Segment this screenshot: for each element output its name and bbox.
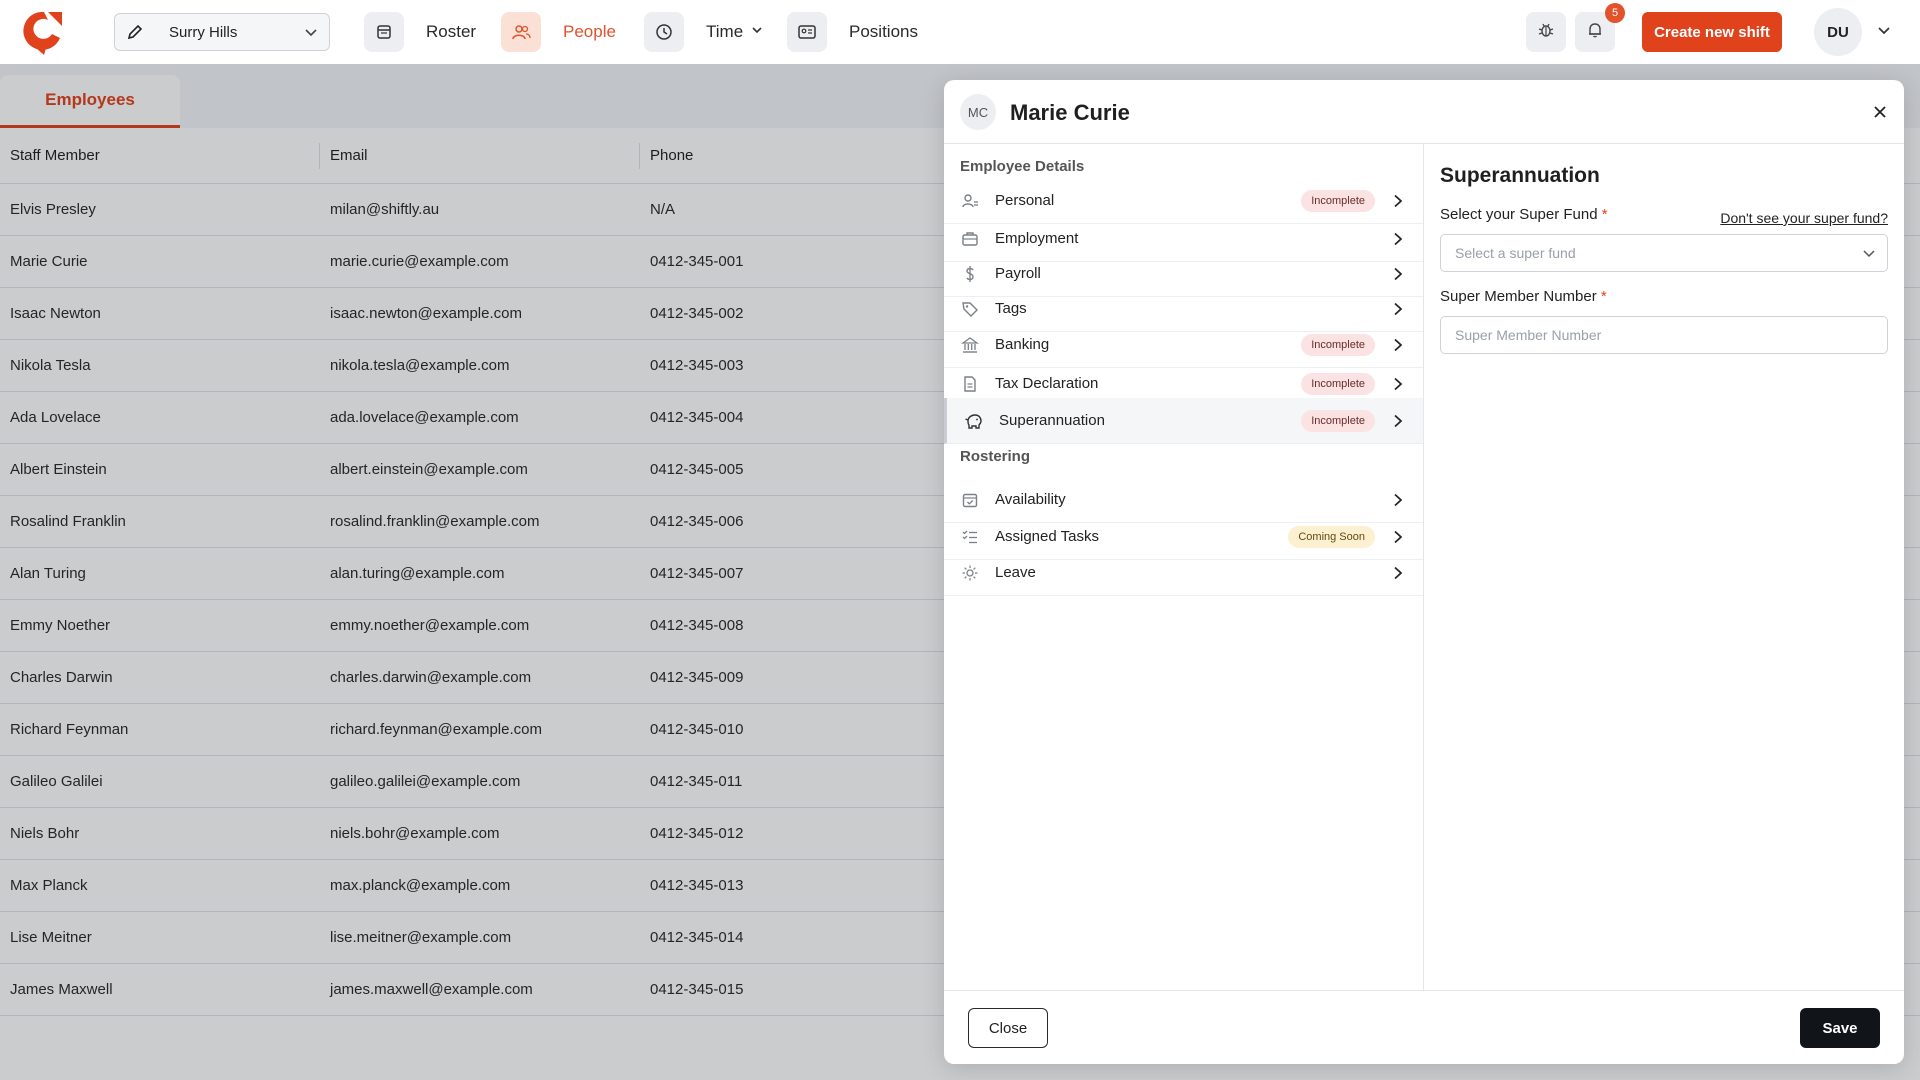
- top-bar: Surry Hills Roster People Time Positions: [0, 0, 1920, 64]
- chevron-down-icon: [751, 23, 763, 41]
- menu-item-label: Employment: [995, 230, 1079, 247]
- employee-panel: MC Marie Curie Employee Details Personal I…: [944, 80, 1904, 1064]
- chevron-down-icon: [1851, 246, 1887, 260]
- chevron-right-icon: [1391, 232, 1405, 246]
- chevron-right-icon: [1391, 530, 1405, 544]
- status-badge: Incomplete: [1301, 333, 1375, 356]
- employee-menu: Employee Details Personal Incomplete Employ…: [944, 144, 1424, 990]
- nav-people[interactable]: People: [501, 12, 616, 52]
- nav-positions-label: Positions: [849, 22, 918, 41]
- super-fund-placeholder: Select a super fund: [1455, 245, 1576, 261]
- status-badge: Incomplete: [1301, 189, 1375, 212]
- bug-icon: [1537, 21, 1555, 44]
- super-member-label-text: Super Member Number: [1440, 288, 1597, 305]
- panel-header: MC Marie Curie: [944, 80, 1904, 144]
- required-mark: *: [1601, 206, 1608, 223]
- nav-roster-label: Roster: [426, 22, 477, 41]
- chevron-right-icon: [1391, 267, 1405, 281]
- location-select[interactable]: Surry Hills: [114, 13, 330, 51]
- user-avatar[interactable]: DU: [1814, 8, 1862, 56]
- menu-item-label: Payroll: [995, 265, 1041, 282]
- chevron-right-icon: [1391, 414, 1405, 428]
- status-badge: Incomplete: [1301, 409, 1375, 432]
- menu-item-leave[interactable]: Leave: [944, 550, 1423, 596]
- menu-item-label: Banking: [995, 336, 1050, 353]
- nav-time[interactable]: Time: [644, 12, 763, 52]
- section-title: Rostering: [960, 448, 1031, 465]
- status-badge: Coming Soon: [1288, 525, 1375, 548]
- tag-icon: [960, 299, 980, 319]
- checklist-icon: [960, 527, 980, 547]
- super-fund-select[interactable]: Select a super fund: [1440, 234, 1888, 272]
- people-icon: [501, 12, 541, 52]
- chevron-right-icon: [1391, 377, 1405, 391]
- report-bug-button[interactable]: [1526, 12, 1566, 52]
- menu-item-superannuation[interactable]: Superannuation Incomplete: [944, 398, 1423, 444]
- menu-item-label: Superannuation: [999, 412, 1105, 429]
- super-member-number-input[interactable]: [1440, 316, 1888, 354]
- clock-icon: [644, 12, 684, 52]
- chevron-right-icon: [1391, 493, 1405, 507]
- chevron-right-icon: [1391, 194, 1405, 208]
- menu-item-label: Tags: [995, 300, 1027, 317]
- required-mark: *: [1600, 288, 1607, 305]
- section-title: Employee Details: [960, 158, 1085, 175]
- chevron-right-icon: [1391, 566, 1405, 580]
- save-button[interactable]: Save: [1800, 1008, 1880, 1048]
- calendar-check-icon: [960, 490, 980, 510]
- piggy-bank-icon: [964, 411, 984, 431]
- create-new-shift-button[interactable]: Create new shift: [1642, 12, 1782, 52]
- chevron-down-icon[interactable]: [1876, 22, 1892, 43]
- chevron-right-icon: [1391, 338, 1405, 352]
- sun-icon: [960, 563, 980, 583]
- app-logo[interactable]: [22, 8, 66, 56]
- id-card-icon: [787, 12, 827, 52]
- notification-count-badge: 5: [1605, 3, 1625, 23]
- menu-item-label: Assigned Tasks: [995, 528, 1099, 545]
- nav-people-label: People: [563, 22, 616, 41]
- employee-name: Marie Curie: [1010, 100, 1130, 125]
- menu-item-label: Tax Declaration: [995, 375, 1099, 392]
- super-fund-label-text: Select your Super Fund: [1440, 206, 1598, 223]
- nav-positions[interactable]: Positions: [787, 12, 918, 52]
- super-member-label: Super Member Number *: [1440, 288, 1607, 305]
- calendar-icon: [364, 12, 404, 52]
- status-badge: Incomplete: [1301, 372, 1375, 395]
- close-icon[interactable]: [1868, 100, 1892, 124]
- form-title: Superannuation: [1440, 164, 1600, 187]
- document-icon: [960, 374, 980, 394]
- menu-item-label: Availability: [995, 491, 1066, 508]
- bell-icon: [1586, 21, 1604, 44]
- briefcase-icon: [960, 229, 980, 249]
- bank-icon: [960, 335, 980, 355]
- location-label: Surry Hills: [169, 23, 238, 41]
- nav-roster[interactable]: Roster: [364, 12, 476, 52]
- dollar-icon: [960, 264, 980, 284]
- close-button[interactable]: Close: [968, 1008, 1048, 1048]
- employee-avatar: MC: [960, 94, 996, 130]
- nav-time-label: Time: [706, 22, 744, 41]
- chevron-right-icon: [1391, 302, 1405, 316]
- menu-item-label: Leave: [995, 564, 1036, 581]
- menu-item-label: Personal: [995, 192, 1055, 209]
- pencil-icon: [115, 14, 155, 50]
- super-fund-label: Select your Super Fund *: [1440, 206, 1608, 223]
- chevron-down-icon: [293, 25, 329, 39]
- panel-footer: Close Save: [944, 990, 1904, 1064]
- user-icon: [960, 191, 980, 211]
- missing-super-fund-link[interactable]: Don't see your super fund?: [1720, 210, 1888, 226]
